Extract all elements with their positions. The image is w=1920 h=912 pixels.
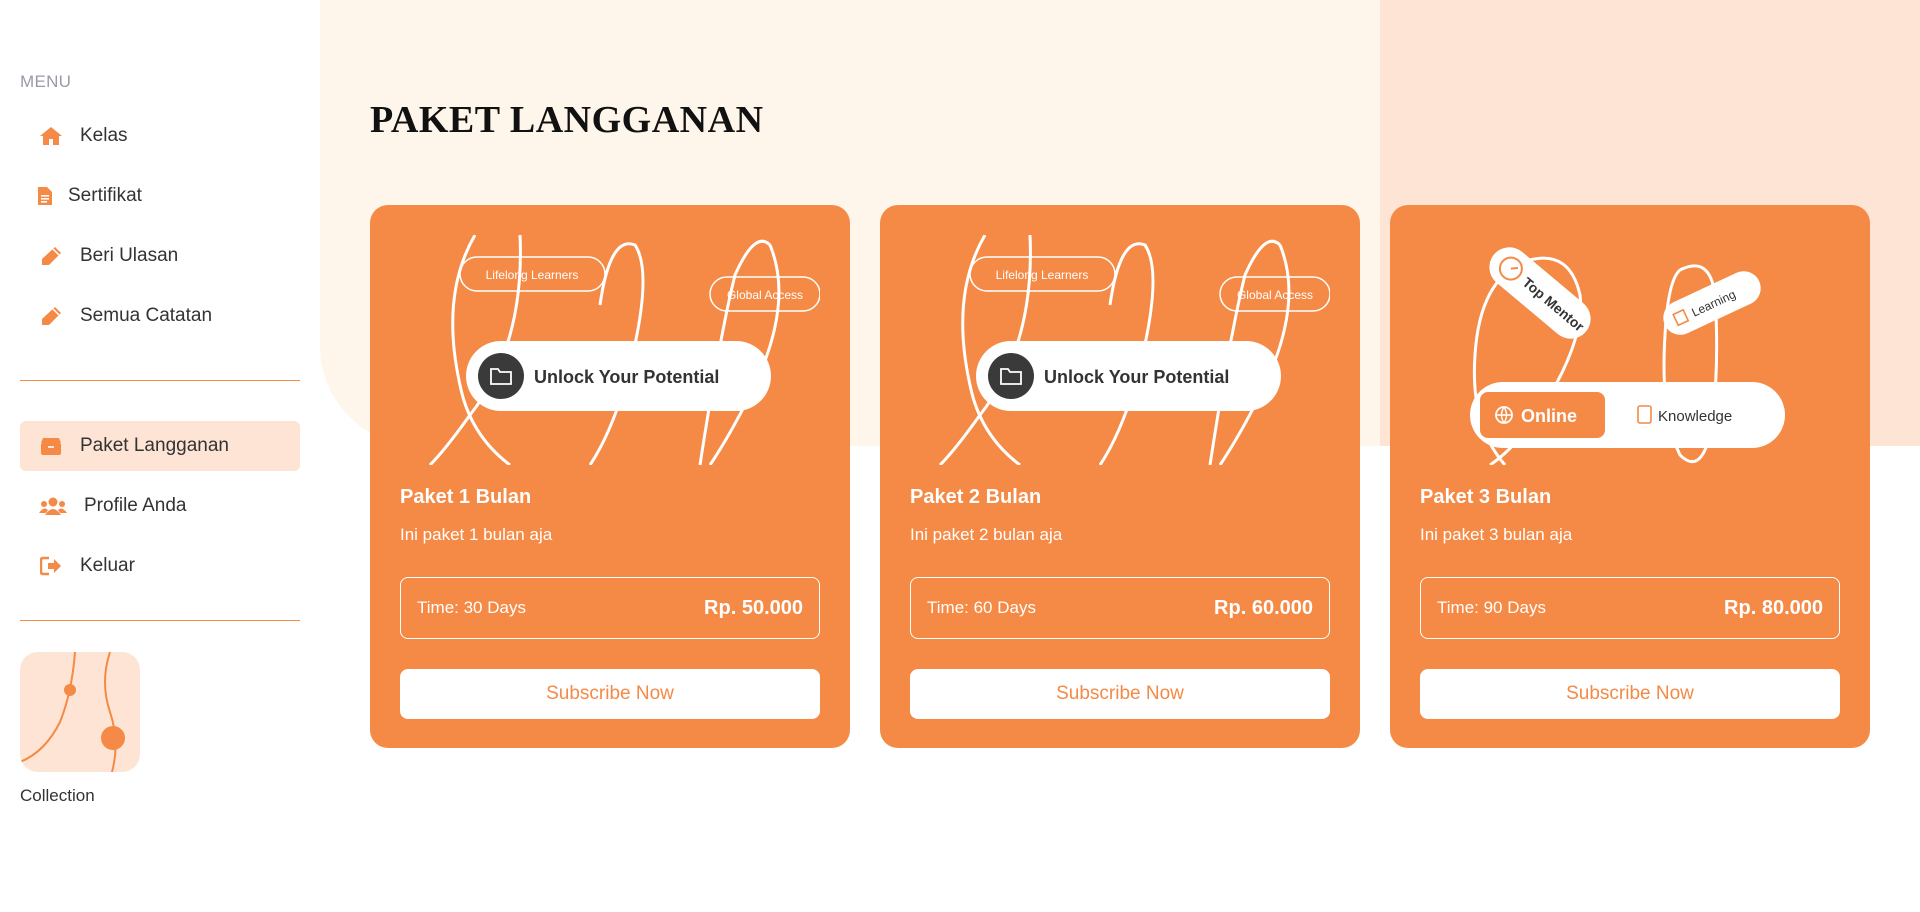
plan-illustration: Lifelong Learners Global Access Unlock Y… — [938, 235, 1330, 465]
plan-details-box: Time: 60 Days Rp. 60.000 — [910, 577, 1330, 639]
plan-details-box: Time: 90 Days Rp. 80.000 — [1420, 577, 1840, 639]
sidebar-item-sertifikat[interactable]: Sertifikat — [20, 171, 300, 221]
sidebar-item-semua-catatan[interactable]: Semua Catatan — [20, 291, 300, 341]
pill-label: Unlock Your Potential — [1044, 367, 1229, 387]
plan-name: Paket 1 Bulan — [400, 486, 532, 508]
sidebar-item-label: Profile Anda — [84, 495, 187, 516]
collection-thumbnail[interactable] — [20, 652, 140, 772]
subscribe-button[interactable]: Subscribe Now — [910, 669, 1330, 719]
sidebar-item-profile-anda[interactable]: Profile Anda — [20, 481, 300, 531]
pencil-icon — [38, 245, 64, 267]
sidebar-item-label: Semua Catatan — [80, 305, 213, 326]
plan-illustration: Top Mentor Learning Online Knowledge — [1470, 247, 1785, 465]
plan-description: Ini paket 2 bulan aja — [910, 525, 1063, 544]
plan-price: Rp. 50.000 — [704, 596, 803, 619]
logout-icon — [38, 555, 64, 577]
subscribe-button[interactable]: Subscribe Now — [1420, 669, 1840, 719]
tag-label: Lifelong Learners — [486, 268, 579, 282]
sidebar-item-paket-langganan[interactable]: Paket Langganan — [20, 421, 300, 471]
sidebar-item-keluar[interactable]: Keluar — [20, 541, 300, 591]
users-icon — [38, 495, 68, 517]
sidebar-divider — [20, 620, 300, 621]
sidebar-item-beri-ulasan[interactable]: Beri Ulasan — [20, 231, 300, 281]
page-title: PAKET LANGGANAN — [370, 99, 764, 141]
tag-label: Global Access — [1237, 288, 1313, 302]
plan-description: Ini paket 3 bulan aja — [1420, 525, 1573, 544]
sidebar: MENU Kelas Sertifikat Beri Ulasan Semua … — [20, 0, 300, 912]
home-icon — [38, 125, 64, 147]
plan-card-2: Lifelong Learners Global Access Unlock Y… — [880, 205, 1360, 748]
tag-label: Lifelong Learners — [996, 268, 1089, 282]
sidebar-item-label: Sertifikat — [68, 185, 142, 206]
collection-label: Collection — [20, 786, 95, 805]
sidebar-item-label: Paket Langganan — [80, 435, 229, 456]
menu-heading: MENU — [20, 72, 72, 91]
sidebar-item-label: Kelas — [80, 125, 128, 146]
sidebar-divider — [20, 380, 300, 381]
plan-duration: Time: 90 Days — [1437, 598, 1546, 617]
pill-label: Online — [1521, 406, 1577, 426]
plan-details-box: Time: 30 Days Rp. 50.000 — [400, 577, 820, 639]
plan-duration: Time: 30 Days — [417, 598, 526, 617]
plan-illustration: Lifelong Learners Global Access Unlock Y… — [428, 235, 820, 465]
plan-duration: Time: 60 Days — [927, 598, 1036, 617]
sidebar-item-kelas[interactable]: Kelas — [20, 111, 300, 161]
plan-price: Rp. 60.000 — [1214, 596, 1313, 619]
pencil-icon — [38, 305, 64, 327]
plan-description: Ini paket 1 bulan aja — [400, 525, 553, 544]
plan-card-1: Lifelong Learners Global Access Unlock Y… — [370, 205, 850, 748]
tag-label: Global Access — [727, 288, 803, 302]
document-icon — [36, 185, 54, 207]
plan-name: Paket 3 Bulan — [1420, 486, 1552, 508]
pill-label: Knowledge — [1658, 408, 1732, 425]
plan-price: Rp. 80.000 — [1724, 596, 1823, 619]
plan-card-3: Top Mentor Learning Online Knowledge Pak… — [1390, 205, 1870, 748]
box-icon — [38, 435, 64, 457]
sidebar-item-label: Beri Ulasan — [80, 245, 179, 266]
plan-name: Paket 2 Bulan — [910, 486, 1042, 508]
collection-illustration — [20, 652, 125, 772]
pill-label: Unlock Your Potential — [534, 367, 719, 387]
subscribe-button[interactable]: Subscribe Now — [400, 669, 820, 719]
sidebar-item-label: Keluar — [80, 555, 135, 576]
